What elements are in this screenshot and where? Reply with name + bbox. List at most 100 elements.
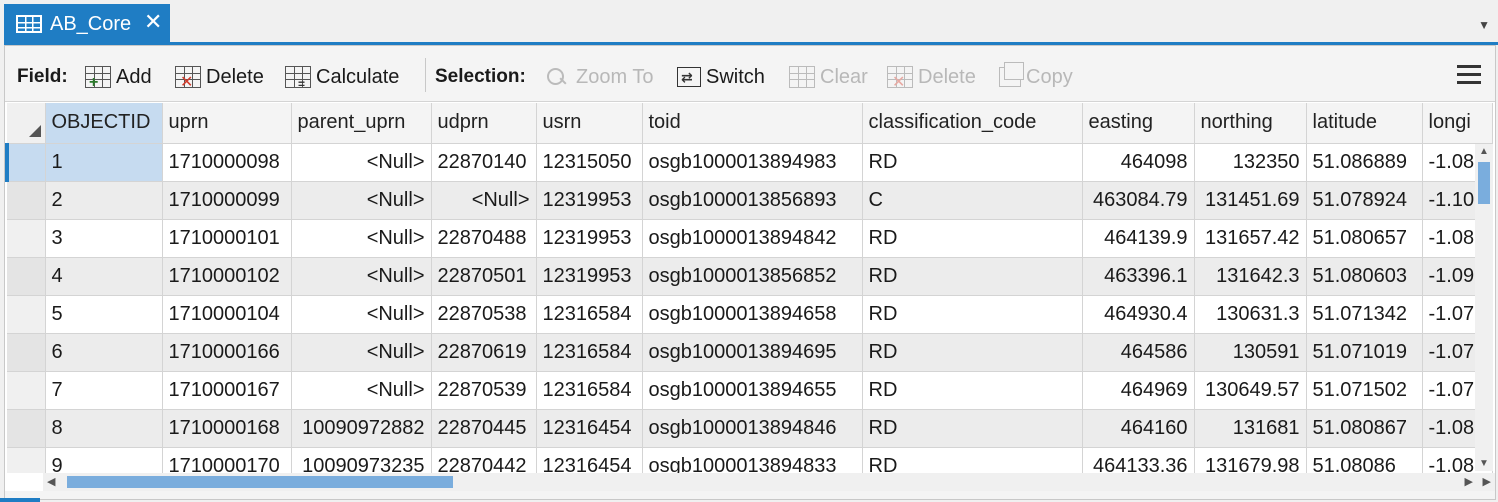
table-row[interactable]: 3 1710000101 <Null> 22870488 12319953 osgb100… xyxy=(7,219,1493,258)
cell-parent-uprn[interactable]: <Null> xyxy=(291,295,432,334)
tab-ab-core[interactable]: AB_Core ✕ xyxy=(4,4,170,43)
cell-northing[interactable]: 131657.42 xyxy=(1194,219,1307,258)
cell-toid[interactable]: osgb1000013894655 xyxy=(642,371,863,410)
cell-objectid[interactable]: 8 xyxy=(45,409,163,448)
cell-latitude[interactable]: 51.080603 xyxy=(1306,257,1423,296)
cell-usrn[interactable]: 12316454 xyxy=(536,409,643,448)
row-selector[interactable] xyxy=(7,371,46,410)
cell-easting[interactable]: 464969 xyxy=(1082,371,1195,410)
cell-toid[interactable]: osgb1000013894695 xyxy=(642,333,863,372)
row-selector[interactable] xyxy=(7,181,46,220)
cell-objectid[interactable]: 7 xyxy=(45,371,163,410)
cell-classification-code[interactable]: RD xyxy=(862,143,1083,182)
cell-objectid[interactable]: 5 xyxy=(45,295,163,334)
cell-easting[interactable]: 464586 xyxy=(1082,333,1195,372)
cell-udprn[interactable]: 22870140 xyxy=(431,143,537,182)
cell-northing[interactable]: 131681 xyxy=(1194,409,1307,448)
cell-toid[interactable]: osgb1000013894658 xyxy=(642,295,863,334)
cell-parent-uprn[interactable]: <Null> xyxy=(291,371,432,410)
cell-classification-code[interactable]: RD xyxy=(862,447,1083,473)
cell-usrn[interactable]: 12316584 xyxy=(536,371,643,410)
scroll-end-icon[interactable]: ▶ xyxy=(1483,475,1491,488)
cell-usrn[interactable]: 12315050 xyxy=(536,143,643,182)
cell-parent-uprn[interactable]: 10090973235 xyxy=(291,447,432,473)
cell-northing[interactable]: 130591 xyxy=(1194,333,1307,372)
delete-field-button[interactable]: ✕ Delete xyxy=(175,64,264,91)
calculate-field-button[interactable]: = Calculate xyxy=(285,64,399,91)
row-selector[interactable] xyxy=(7,409,46,448)
cell-uprn[interactable]: 1710000168 xyxy=(162,409,292,448)
cell-toid[interactable]: osgb1000013894983 xyxy=(642,143,863,182)
cell-udprn[interactable]: 22870442 xyxy=(431,447,537,473)
column-header-easting[interactable]: easting xyxy=(1082,103,1195,144)
cell-objectid[interactable]: 4 xyxy=(45,257,163,296)
scroll-up-icon[interactable]: ▲ xyxy=(1479,146,1489,157)
cell-objectid[interactable]: 3 xyxy=(45,219,163,258)
cell-toid[interactable]: osgb1000013894842 xyxy=(642,219,863,258)
cell-toid[interactable]: osgb1000013894833 xyxy=(642,447,863,473)
column-header-parent-uprn[interactable]: parent_uprn xyxy=(291,103,432,144)
cell-northing[interactable]: 131679.98 xyxy=(1194,447,1307,473)
horizontal-scrollbar[interactable]: ◀ ▶ ▶ xyxy=(43,473,1495,491)
cell-latitude[interactable]: 51.071502 xyxy=(1306,371,1423,410)
cell-easting[interactable]: 464133.36 xyxy=(1082,447,1195,473)
cell-easting[interactable]: 463396.1 xyxy=(1082,257,1195,296)
cell-classification-code[interactable]: RD xyxy=(862,219,1083,258)
cell-udprn[interactable]: 22870539 xyxy=(431,371,537,410)
cell-northing[interactable]: 131451.69 xyxy=(1194,181,1307,220)
table-row[interactable]: 5 1710000104 <Null> 22870538 12316584 osgb100… xyxy=(7,295,1493,334)
cell-udprn[interactable]: 22870445 xyxy=(431,409,537,448)
cell-parent-uprn[interactable]: <Null> xyxy=(291,257,432,296)
column-header-latitude[interactable]: latitude xyxy=(1306,103,1423,144)
cell-classification-code[interactable]: RD xyxy=(862,371,1083,410)
clear-selection-button[interactable]: Clear xyxy=(789,64,868,90)
column-header-udprn[interactable]: udprn xyxy=(431,103,537,144)
cell-toid[interactable]: osgb1000013856852 xyxy=(642,257,863,296)
cell-classification-code[interactable]: RD xyxy=(862,409,1083,448)
cell-parent-uprn[interactable]: <Null> xyxy=(291,143,432,182)
column-header-classification-code[interactable]: classification_code xyxy=(862,103,1083,144)
cell-udprn[interactable]: 22870488 xyxy=(431,219,537,258)
row-selector[interactable] xyxy=(7,333,46,372)
cell-uprn[interactable]: 1710000099 xyxy=(162,181,292,220)
cell-usrn[interactable]: 12319953 xyxy=(536,181,643,220)
switch-selection-button[interactable]: ⇄ Switch xyxy=(677,64,765,90)
table-row[interactable]: 2 1710000099 <Null> <Null> 12319953 osgb10000… xyxy=(7,181,1493,220)
select-all-corner[interactable] xyxy=(7,103,46,144)
row-selector[interactable] xyxy=(7,219,46,258)
cell-latitude[interactable]: 51.08086 xyxy=(1306,447,1423,473)
column-header-longi[interactable]: longi xyxy=(1422,103,1493,144)
cell-northing[interactable]: 130631.3 xyxy=(1194,295,1307,334)
cell-objectid[interactable]: 6 xyxy=(45,333,163,372)
table-row[interactable]: 8 1710000168 10090972882 22870445 12316454 os… xyxy=(7,409,1493,448)
zoom-to-button[interactable]: Zoom To xyxy=(545,64,653,90)
cell-latitude[interactable]: 51.080867 xyxy=(1306,409,1423,448)
table-row[interactable]: 7 1710000167 <Null> 22870539 12316584 osgb100… xyxy=(7,371,1493,410)
row-selector[interactable] xyxy=(5,143,46,182)
copy-selection-button[interactable]: Copy xyxy=(999,62,1073,90)
table-row[interactable]: 1 1710000098 <Null> 22870140 12315050 osgb100… xyxy=(5,143,1493,182)
cell-toid[interactable]: osgb1000013856893 xyxy=(642,181,863,220)
scroll-left-icon[interactable]: ◀ xyxy=(47,475,55,488)
cell-usrn[interactable]: 12316454 xyxy=(536,447,643,473)
row-selector[interactable] xyxy=(7,295,46,334)
close-icon[interactable]: ✕ xyxy=(144,11,162,33)
cell-usrn[interactable]: 12316584 xyxy=(536,333,643,372)
cell-classification-code[interactable]: RD xyxy=(862,257,1083,296)
horizontal-scroll-thumb[interactable] xyxy=(67,476,453,488)
column-header-usrn[interactable]: usrn xyxy=(536,103,643,144)
delete-selection-button[interactable]: ✕ Delete xyxy=(887,64,976,91)
cell-easting[interactable]: 464160 xyxy=(1082,409,1195,448)
cell-parent-uprn[interactable]: 10090972882 xyxy=(291,409,432,448)
cell-uprn[interactable]: 1710000167 xyxy=(162,371,292,410)
vertical-scrollbar[interactable]: ▲ ▼ xyxy=(1475,144,1493,471)
cell-latitude[interactable]: 51.080657 xyxy=(1306,219,1423,258)
column-header-northing[interactable]: northing xyxy=(1194,103,1307,144)
cell-northing[interactable]: 130649.57 xyxy=(1194,371,1307,410)
cell-udprn[interactable]: 22870538 xyxy=(431,295,537,334)
row-selector[interactable] xyxy=(7,447,46,473)
cell-objectid[interactable]: 2 xyxy=(45,181,163,220)
cell-uprn[interactable]: 1710000104 xyxy=(162,295,292,334)
cell-udprn[interactable]: <Null> xyxy=(431,181,537,220)
add-field-button[interactable]: + Add xyxy=(85,64,152,91)
